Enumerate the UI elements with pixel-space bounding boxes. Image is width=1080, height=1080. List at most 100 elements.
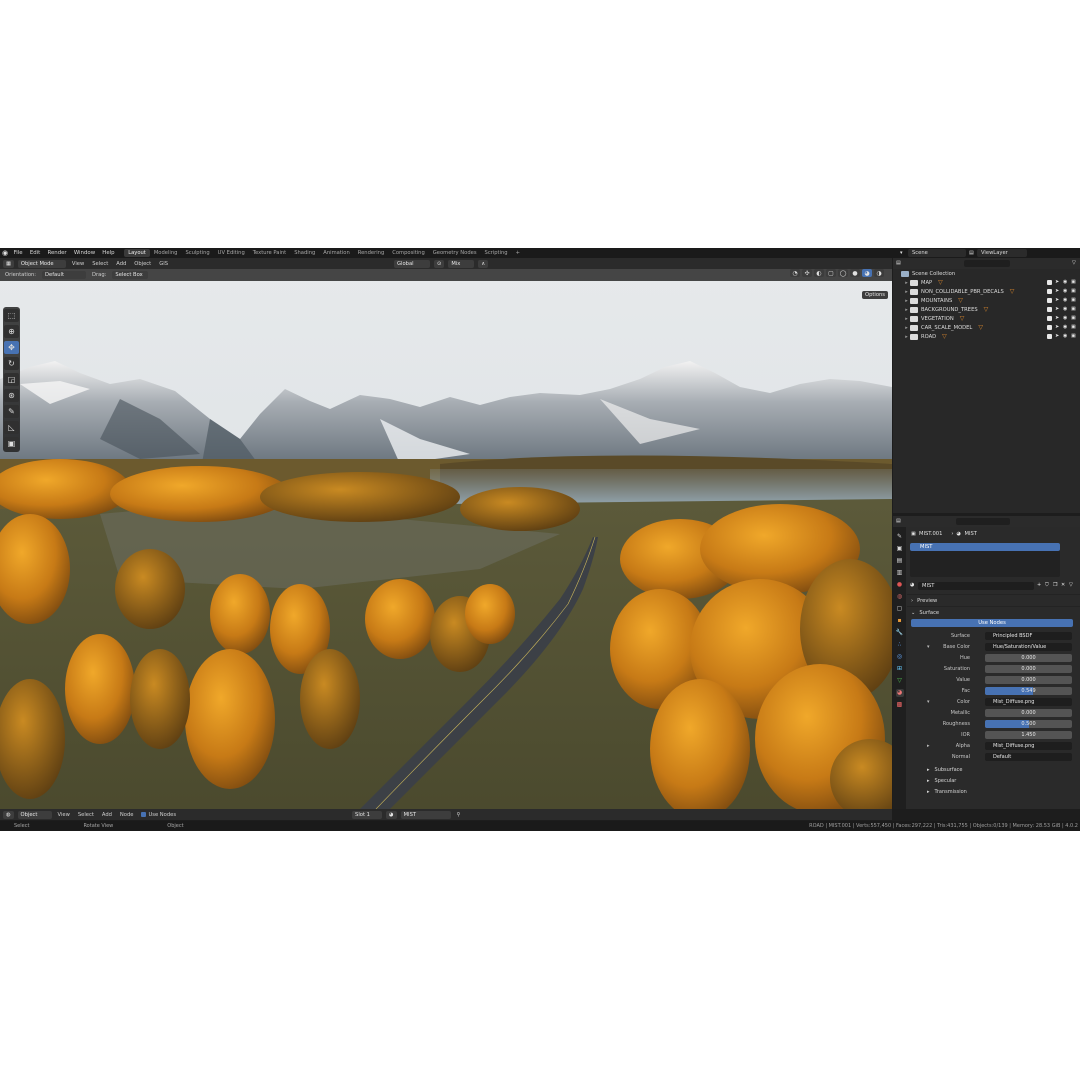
saturation-field[interactable]: 0.000: [985, 664, 1072, 673]
selectable-icon[interactable]: ➤: [1055, 298, 1060, 303]
wireframe-shading-icon[interactable]: ◯: [838, 269, 848, 277]
expand-arrow-icon[interactable]: ▸: [903, 280, 910, 286]
selectable-icon[interactable]: ➤: [1055, 289, 1060, 294]
fac-slider[interactable]: 0.549: [985, 686, 1072, 695]
pivot-icon[interactable]: ⊙: [434, 259, 445, 268]
camera-icon[interactable]: ▣: [1071, 307, 1076, 312]
xray-icon[interactable]: ▢: [826, 269, 836, 277]
exclude-checkbox[interactable]: [1047, 307, 1052, 312]
material-slot-item[interactable]: MIST: [910, 543, 1060, 551]
specular-panel[interactable]: ▸ Specular: [907, 775, 1080, 786]
transform-orientation-dropdown[interactable]: Global: [394, 259, 431, 268]
mode-dropdown[interactable]: Object Mode: [17, 259, 66, 268]
tab-shading[interactable]: Shading: [290, 249, 319, 257]
exclude-checkbox[interactable]: [1047, 280, 1052, 285]
material-tab-icon[interactable]: ◕: [895, 689, 904, 697]
editor-type-icon[interactable]: ▦: [3, 259, 14, 268]
scene-tab-icon[interactable]: ●: [896, 581, 904, 589]
outliner-scene-collection[interactable]: Scene Collection: [893, 269, 1080, 278]
base-color-field[interactable]: Hue/Saturation/Value: [985, 642, 1072, 651]
expand-arrow-icon[interactable]: ▾: [927, 699, 930, 705]
gizmo-icon[interactable]: ✣: [802, 269, 812, 277]
render-tab-icon[interactable]: ▣: [896, 545, 904, 553]
tab-compositing[interactable]: Compositing: [388, 249, 429, 257]
outliner-row-road[interactable]: ▸ ROAD ▽ ➤ ◉ ▣: [893, 332, 1080, 341]
tab-modeling[interactable]: Modeling: [150, 249, 182, 257]
transmission-panel[interactable]: ▸ Transmission: [907, 786, 1080, 797]
eye-icon[interactable]: ◉: [1063, 325, 1068, 330]
annotate-tool-icon[interactable]: ✎: [4, 405, 19, 418]
expand-arrow-icon[interactable]: ▸: [903, 334, 910, 340]
subsurface-panel[interactable]: ▸ Subsurface: [907, 764, 1080, 775]
camera-icon[interactable]: ▣: [1071, 325, 1076, 330]
exclude-checkbox[interactable]: [1047, 334, 1052, 339]
surface-shader-field[interactable]: Principled BSDF: [985, 631, 1072, 640]
material-slot-list[interactable]: MIST: [910, 543, 1060, 577]
selectable-icon[interactable]: ➤: [1055, 307, 1060, 312]
eye-icon[interactable]: ◉: [1063, 298, 1068, 303]
tab-sculpting[interactable]: Sculpting: [181, 249, 213, 257]
3d-viewport[interactable]: Orientation: Default Drag: Select Box Op…: [0, 269, 892, 809]
select-box-tool-icon[interactable]: ⬚: [4, 309, 19, 322]
measure-tool-icon[interactable]: ◺: [4, 421, 19, 434]
tab-animation[interactable]: Animation: [319, 249, 353, 257]
viewport-menu-gis[interactable]: GIS: [157, 261, 170, 267]
constraints-tab-icon[interactable]: ⊞: [896, 665, 904, 673]
pin-icon[interactable]: ⚲: [455, 812, 463, 818]
color-texture-field[interactable]: Mist_Diffuse.png: [985, 697, 1072, 706]
orientation-dropdown[interactable]: Default: [42, 271, 87, 279]
filter-icon[interactable]: ▽: [1072, 261, 1077, 266]
rendered-shading-icon[interactable]: ◑: [874, 269, 884, 277]
use-nodes-checkbox[interactable]: [141, 811, 147, 817]
new-material-icon[interactable]: +: [1037, 583, 1042, 588]
ior-field[interactable]: 1.450: [985, 730, 1072, 739]
normal-field[interactable]: Default: [985, 752, 1072, 761]
node-menu-view[interactable]: View: [56, 812, 72, 818]
slot-dropdown[interactable]: Slot 1: [352, 810, 383, 819]
move-tool-icon[interactable]: ✥: [4, 341, 19, 354]
roughness-slider[interactable]: 0.500: [985, 719, 1072, 728]
menu-window[interactable]: Window: [70, 248, 98, 258]
use-nodes-toggle[interactable]: Use Nodes: [139, 811, 178, 818]
duplicate-icon[interactable]: ❐: [1053, 583, 1058, 588]
expand-arrow-icon[interactable]: ▾: [927, 644, 930, 650]
selectable-icon[interactable]: ➤: [1055, 316, 1060, 321]
viewport-menu-add[interactable]: Add: [114, 261, 128, 267]
snap-dropdown[interactable]: Mix: [448, 259, 475, 268]
view-layer-field[interactable]: ViewLayer: [977, 249, 1027, 257]
camera-icon[interactable]: ▣: [1071, 289, 1076, 294]
modifier-tab-icon[interactable]: 🔧: [896, 629, 904, 637]
tab-geometry-nodes[interactable]: Geometry Nodes: [429, 249, 481, 257]
transform-tool-icon[interactable]: ⊛: [4, 389, 19, 402]
outliner-row-mountains[interactable]: ▸ MOUNTAINS ▽ ➤ ◉ ▣: [893, 296, 1080, 305]
node-menu-add[interactable]: Add: [100, 812, 114, 818]
tab-texture-paint[interactable]: Texture Paint: [249, 249, 290, 257]
node-material-field[interactable]: MIST: [400, 810, 451, 819]
visibility-icon[interactable]: ◔: [790, 269, 800, 277]
browse-material-icon[interactable]: ◕: [910, 583, 915, 588]
world-tab-icon[interactable]: ◍: [896, 593, 904, 601]
selectable-icon[interactable]: ➤: [1055, 334, 1060, 339]
unlink-icon[interactable]: ✕: [1061, 583, 1066, 588]
expand-arrow-icon[interactable]: ▸: [903, 289, 910, 295]
proportional-edit-icon[interactable]: ∧: [478, 259, 489, 268]
expand-arrow-icon[interactable]: ▸: [903, 298, 910, 304]
material-shading-icon[interactable]: ◕: [862, 269, 872, 277]
outliner-search-input[interactable]: [964, 260, 1010, 267]
material-browse-icon[interactable]: ◕: [386, 810, 397, 819]
particles-tab-icon[interactable]: ∴: [896, 641, 904, 649]
viewport-menu-view[interactable]: View: [70, 261, 86, 267]
surface-panel-header[interactable]: ⌄ Surface: [907, 606, 1080, 618]
selectable-icon[interactable]: ➤: [1055, 280, 1060, 285]
alpha-texture-field[interactable]: Mist_Diffuse.png: [985, 741, 1072, 750]
exclude-checkbox[interactable]: [1047, 298, 1052, 303]
scene-field[interactable]: Scene: [908, 249, 966, 257]
fake-user-icon[interactable]: ⛉: [1045, 583, 1050, 588]
eye-icon[interactable]: ◉: [1063, 334, 1068, 339]
blender-logo-icon[interactable]: ◉: [0, 248, 10, 258]
overlay-icon[interactable]: ◐: [814, 269, 824, 277]
viewport-menu-select[interactable]: Select: [90, 261, 110, 267]
expand-arrow-icon[interactable]: ▸: [903, 325, 910, 331]
properties-editor-icon[interactable]: ▤: [896, 519, 901, 524]
cursor-tool-icon[interactable]: ⊕: [4, 325, 19, 338]
